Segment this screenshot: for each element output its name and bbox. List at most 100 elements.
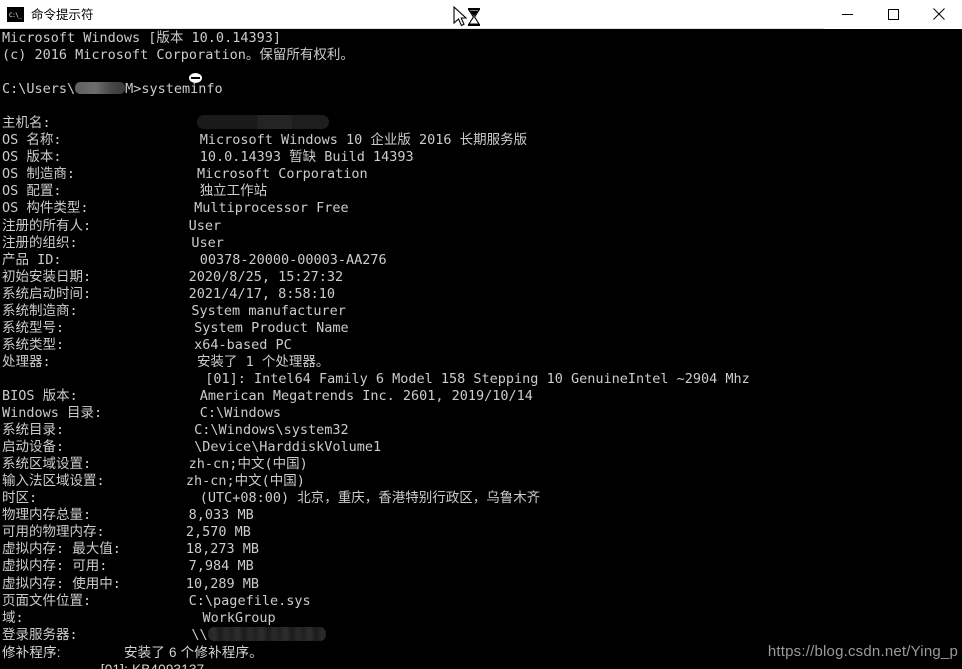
field-value: 安装了 6 个修补程序。 [123, 644, 263, 660]
field-label: 时区: [2, 490, 200, 507]
field-value: System manufacturer [191, 302, 346, 319]
field-value: (UTC+08:00) 北京，重庆，香港特别行政区，乌鲁木齐 [199, 490, 541, 507]
field-label: 处理器: [2, 353, 197, 370]
redacted-host-value [196, 115, 329, 130]
field-label: 系统制造商: [2, 302, 192, 319]
console-line-processor-detail: [01]: Intel64 Family 6 Model 158 Steppin… [2, 371, 962, 388]
field-value: Microsoft Corporation [196, 166, 368, 183]
console-line-host-name: 主机名: [2, 115, 962, 132]
field-value: 独立工作站 [199, 183, 268, 200]
field-label: 系统目录: [2, 422, 195, 439]
field-value: 2021/4/17, 8:58:10 [188, 285, 335, 302]
console-line-hotfix-01: [01]: KB4093137 [2, 661, 962, 669]
console-line-os-configuration: OS 配置: 独立工作站 [2, 183, 962, 200]
field-value: 7,984 MB [188, 558, 254, 575]
console-line-pagefile-location: 页面文件位置: C:\pagefile.sys [2, 593, 962, 610]
console-line-time-zone: 时区: (UTC+08:00) 北京，重庆，香港特别行政区，乌鲁木齐 [2, 490, 962, 507]
redacted-username [75, 82, 126, 95]
console-line-blank-2 [2, 98, 962, 115]
field-label: Windows 目录: [2, 405, 200, 422]
console-line-registered-org: 注册的组织: User [2, 235, 962, 252]
cmd-console-icon [7, 6, 24, 22]
console-output-area[interactable]: Microsoft Windows [版本 10.0.14393] (c) 201… [0, 29, 962, 669]
window-title: 命令提示符 [31, 6, 94, 22]
minimize-icon [841, 13, 853, 15]
console-line-input-locale: 输入法区域设置: zh-cn;中文(中国) [2, 473, 962, 490]
console-line-windows-directory: Windows 目录: C:\Windows [2, 405, 962, 422]
field-value: C:\Windows\system32 [194, 422, 349, 439]
console-line-boot-time: 系统启动时间: 2021/4/17, 8:58:10 [2, 286, 962, 303]
field-label: 系统型号: [2, 319, 195, 336]
field-value: System Product Name [194, 319, 349, 336]
field-value: [01]: Intel64 Family 6 Model 158 Steppin… [205, 370, 750, 387]
close-icon [933, 8, 945, 20]
prompt-command-text: M>systeminfo [125, 81, 223, 98]
console-line-total-physical-mem: 物理内存总量: 8,033 MB [2, 507, 962, 524]
field-value: 2,570 MB [185, 524, 251, 541]
console-line-system-directory: 系统目录: C:\Windows\system32 [2, 422, 962, 439]
blog-watermark: https://blog.csdn.net/Ying_p [767, 643, 958, 660]
field-label: 输入法区域设置: [2, 473, 186, 490]
console-line-os-name: OS 名称: Microsoft Windows 10 企业版 2016 长期服… [2, 132, 962, 149]
close-button[interactable] [916, 0, 962, 29]
console-line-blank-1 [2, 64, 962, 81]
console-line-system-locale: 系统区域设置: zh-cn;中文(中国) [2, 456, 962, 473]
field-label: 系统类型: [2, 336, 195, 353]
console-line-bios-version: BIOS 版本: American Megatrends Inc. 2601, … [2, 388, 962, 405]
field-label: 系统区域设置: [2, 456, 189, 473]
field-label: 物理内存总量: [2, 507, 189, 524]
field-label: OS 构件类型: [2, 200, 195, 217]
field-label [2, 662, 101, 669]
titlebar-left-group: 命令提示符 [0, 0, 824, 28]
field-value: 00378-20000-00003-AA276 [199, 251, 387, 268]
command-prompt-window: 命令提示符 Microsoft Windows [版本 10. [0, 0, 962, 669]
console-line-virtual-mem-max: 虚拟内存: 最大值: 18,273 MB [2, 541, 962, 558]
console-line-banner-version: Microsoft Windows [版本 10.0.14393] [2, 30, 281, 46]
window-controls [824, 0, 962, 29]
field-value: American Megatrends Inc. 2601, 2019/10/1… [199, 387, 533, 404]
field-value: Multiprocessor Free [194, 200, 349, 217]
field-label: 虚拟内存: 可用: [2, 558, 189, 575]
console-line-product-id: 产品 ID: 00378-20000-00003-AA276 [2, 252, 962, 269]
console-line-boot-device: 启动设备: \Device\HarddiskVolume1 [2, 439, 962, 456]
field-label: 启动设备: [2, 439, 195, 456]
console-line-os-build-type: OS 构件类型: Multiprocessor Free [2, 200, 962, 217]
minimize-button[interactable] [824, 0, 870, 29]
field-label: 虚拟内存: 最大值: [2, 541, 186, 558]
console-line-system-model: 系统型号: System Product Name [2, 320, 962, 337]
window-titlebar[interactable]: 命令提示符 [0, 0, 962, 29]
field-label: 注册的组织: [2, 234, 192, 251]
field-value: C:\Windows [199, 405, 281, 422]
console-line-prompt-command: C:\Users\ M>systeminfo [2, 81, 962, 98]
field-label: 产品 ID: [2, 251, 200, 268]
field-value: \Device\HarddiskVolume1 [194, 439, 382, 456]
console-line-processors: 处理器: 安装了 1 个处理器。 [2, 354, 962, 371]
console-line-virtual-mem-inuse: 虚拟内存: 使用中: 10,289 MB [2, 576, 962, 593]
field-label: 登录服务器: \\ [2, 626, 208, 643]
field-value: 10,289 MB [185, 575, 260, 592]
field-value: User [188, 217, 222, 234]
console-line-domain: 域: WorkGroup [2, 610, 962, 627]
field-label [2, 371, 205, 387]
field-value: 18,273 MB [185, 541, 260, 558]
field-label: OS 版本: [2, 149, 200, 166]
console-line-list: Microsoft Windows [版本 10.0.14393] (c) 201… [2, 30, 962, 669]
console-line-os-manufacturer: OS 制造商: Microsoft Corporation [2, 166, 962, 183]
field-label: BIOS 版本: [2, 387, 200, 404]
field-value: 安装了 1 个处理器。 [196, 353, 330, 370]
field-label: 初始安装日期: [2, 268, 189, 285]
console-line-banner-copyright: (c) 2016 Microsoft Corporation。保留所有权利。 [2, 47, 354, 64]
field-label: 注册的所有人: [2, 217, 189, 234]
prompt-path-prefix: C:\Users\ [2, 81, 76, 98]
field-value: C:\pagefile.sys [188, 592, 311, 609]
field-value: zh-cn;中文(中国) [188, 456, 308, 473]
field-value: [01]: KB4093137 [101, 662, 205, 669]
maximize-button[interactable] [870, 0, 916, 29]
field-value: 10.0.14393 暂缺 Build 14393 [199, 149, 414, 166]
field-label: 页面文件位置: [2, 592, 189, 609]
field-value: Microsoft Windows 10 企业版 2016 长期服务版 [199, 132, 528, 149]
console-line-system-manufacturer: 系统制造商: System manufacturer [2, 303, 962, 320]
field-label: 域: [2, 609, 203, 626]
maximize-icon [887, 8, 899, 20]
field-value: User [191, 234, 224, 251]
